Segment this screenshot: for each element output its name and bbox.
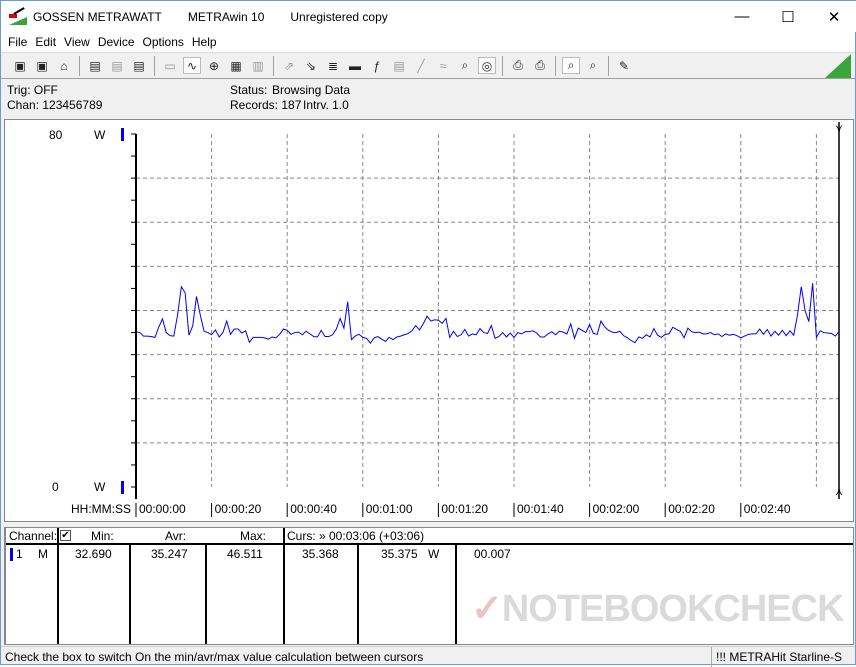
channel-marker-top <box>121 128 124 141</box>
toolbar-separator <box>502 55 503 76</box>
cursor-delta: 00.007 <box>474 547 511 561</box>
app-window: GOSSEN METRAWATT METRAwin 10 Unregistere… <box>0 0 856 667</box>
records-count: Records: 187 <box>230 98 302 112</box>
minmax-checkbox[interactable]: ✔ <box>60 530 71 541</box>
comment-icon[interactable]: ✎ <box>615 57 633 74</box>
unit-label: W <box>428 547 440 561</box>
toolbar-separator <box>273 55 274 76</box>
cursor2-value: 35.375 <box>381 547 418 561</box>
toolbar-separator <box>154 55 155 76</box>
signal-icon[interactable]: ╱ <box>412 57 430 74</box>
title-bar: GOSSEN METRAWATT METRAwin 10 Unregistere… <box>1 1 856 32</box>
cursor1-value: 35.368 <box>302 547 339 561</box>
menu-view[interactable]: View <box>64 35 90 49</box>
cursor-marker-icon: ⋎ <box>835 123 843 135</box>
device-read-icon[interactable]: ▤ <box>86 57 104 74</box>
menu-edit[interactable]: Edit <box>35 35 56 49</box>
app-name: METRAwin 10 <box>187 9 265 24</box>
line-chart-icon[interactable]: ∿ <box>183 57 201 74</box>
menu-device[interactable]: Device <box>98 35 135 49</box>
x-tick-label: 00:00:40 <box>290 502 337 516</box>
channel-marker-bottom <box>121 481 124 494</box>
channel-header: Channel: <box>9 529 58 543</box>
status-hint: Check the box to switch On the min/avr/m… <box>5 650 424 664</box>
monitor-icon[interactable]: ▬ <box>346 57 364 74</box>
channel-list: Chan: 123456789 <box>7 98 103 112</box>
watermark-logo: ✓NOTEBOOKCHECK <box>471 588 845 630</box>
zoom-in-icon[interactable]: ⌕ <box>562 57 580 74</box>
status-value: Browsing Data <box>272 83 351 97</box>
brand-corner-icon <box>825 54 851 78</box>
app-logo-icon <box>9 6 27 25</box>
channel-mode: M <box>38 547 48 561</box>
memory-icon[interactable]: ▤ <box>130 57 148 74</box>
y-unit-label: W <box>94 128 106 142</box>
print-icon[interactable]: ⎙ <box>509 57 527 74</box>
cursor-header: Curs: » 00:03:06 (+03:06) <box>287 529 425 543</box>
toolbar-separator <box>555 55 556 76</box>
menu-help[interactable]: Help <box>192 35 217 49</box>
minimize-button[interactable]: — <box>719 1 765 32</box>
device-status: !!! METRAHit Starline-S <box>716 650 843 664</box>
x-tick-label: 00:02:00 <box>593 502 640 516</box>
x-tick-label: 00:01:40 <box>517 502 564 516</box>
zoom-wave-icon[interactable]: ⌕ <box>456 57 474 74</box>
display-icon[interactable]: ▭ <box>161 57 179 74</box>
device-transfer-icon[interactable]: ▤ <box>108 57 126 74</box>
cursor-marker-icon: ⋏ <box>835 486 843 498</box>
function-icon[interactable]: ƒ <box>368 57 386 74</box>
brand-name: GOSSEN METRAWATT <box>33 9 162 24</box>
print-preview-icon[interactable]: ⎙ <box>531 57 549 74</box>
max-header: Max: <box>240 529 267 543</box>
close-button[interactable]: ✕ <box>811 1 856 32</box>
zoom-out-icon[interactable]: ⌕ <box>584 57 602 74</box>
table-icon[interactable]: ▦ <box>227 57 245 74</box>
y-tick-label: 0 <box>52 480 59 494</box>
import-icon[interactable]: ⇘ <box>302 57 320 74</box>
toolbar-separator <box>79 55 80 76</box>
interval-value: Intrv. 1.0 <box>303 98 349 112</box>
data-list-icon[interactable]: ≣ <box>324 57 342 74</box>
crosshair-icon[interactable]: ⊕ <box>205 57 223 74</box>
data-series-line <box>135 283 840 344</box>
max-value: 46.511 <box>227 547 263 561</box>
maximize-button[interactable]: ☐ <box>765 1 811 32</box>
status-label: Status: <box>230 83 268 97</box>
toolbar: ▣ ▣ ⌂ ▤ ▤ ▤ ▭ ∿ ⊕ ▦ ▥ ⇗ ⇘ ≣ ▬ ƒ ▤ ╱ ≈ ⌕ ◎ ⎙ ⎙ ⌕ ⌕ ✎ <box>1 52 855 79</box>
min-value: 32.690 <box>75 547 112 561</box>
device-icon[interactable]: ▤ <box>390 57 408 74</box>
chart-panel[interactable]: ⋎ ⋏ 80 0 W W HH:MM:SS 00:00:00 00:00:20 00:00:40 0… <box>4 119 854 522</box>
x-tick-label: 00:01:00 <box>366 502 413 516</box>
channel-color-marker <box>10 548 13 561</box>
open-folder-icon[interactable]: ⌂ <box>55 57 73 74</box>
x-axis-label: HH:MM:SS <box>71 502 131 516</box>
min-header: Min: <box>91 529 114 543</box>
info-panel: Trig: OFF Chan: 123456789 Status: Browsi… <box>1 80 855 116</box>
channel-number: 1 <box>16 547 23 561</box>
x-tick-label: 00:00:00 <box>139 502 186 516</box>
trigger-status: Trig: OFF <box>7 83 58 97</box>
bar-list-icon[interactable]: ▥ <box>249 57 267 74</box>
export-icon[interactable]: ⇗ <box>280 57 298 74</box>
x-tick-label: 00:01:20 <box>441 502 488 516</box>
avr-header: Avr: <box>165 529 187 543</box>
x-tick-label: 00:02:20 <box>668 502 715 516</box>
menu-options[interactable]: Options <box>143 35 184 49</box>
toolbar-separator <box>608 55 609 76</box>
y-unit-label: W <box>94 480 106 494</box>
status-bar: Check the box to switch On the min/avr/m… <box>1 646 855 667</box>
x-tick-label: 00:02:40 <box>744 502 791 516</box>
line-chart[interactable]: ⋎ ⋏ 80 0 W W HH:MM:SS 00:00:00 00:00:20 00:00:40 0… <box>5 120 853 521</box>
x-tick-label: 00:00:20 <box>215 502 262 516</box>
menu-file[interactable]: File <box>8 35 27 49</box>
wave-icon[interactable]: ≈ <box>434 57 452 74</box>
menu-bar: File Edit View Device Options Help <box>1 32 855 52</box>
y-tick-label: 80 <box>49 128 63 142</box>
license-status: Unregistered copy <box>290 9 388 24</box>
avr-value: 35.247 <box>151 547 188 561</box>
save-as-icon[interactable]: ▣ <box>33 57 51 74</box>
trigger-icon[interactable]: ◎ <box>478 57 496 74</box>
save-icon[interactable]: ▣ <box>11 57 29 74</box>
